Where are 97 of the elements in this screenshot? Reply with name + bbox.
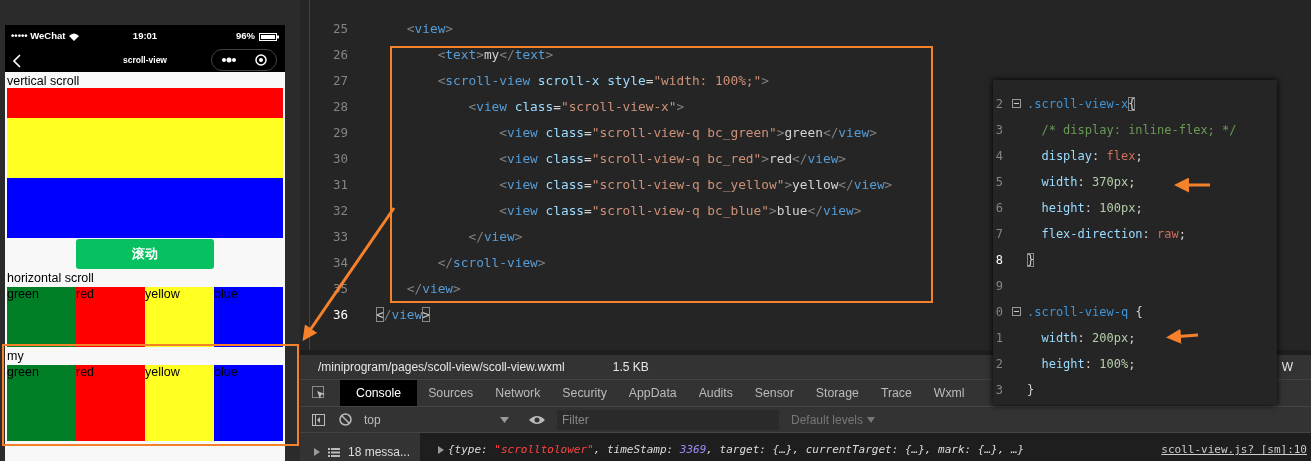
context-dropdown[interactable]: top <box>364 410 509 429</box>
line-number: 8 <box>995 252 1003 269</box>
expand-icon <box>314 448 320 456</box>
line-number: 5 <box>995 174 1003 191</box>
code-line: width: 370px; <box>1040 174 1136 191</box>
code-line: </view> <box>467 228 523 246</box>
line-number: 29 <box>331 124 348 142</box>
tab-label[interactable]: W <box>1281 358 1293 377</box>
color-cell: yellow <box>145 365 214 441</box>
more-icon[interactable] <box>221 57 237 63</box>
code-line: height: 100px; <box>1040 200 1143 217</box>
line-number: 32 <box>331 202 348 220</box>
expand-icon[interactable] <box>438 446 444 454</box>
console-message: {type: "scrolltolower", timeStamp: 3369, target: {…}, currentTarget: {…}, mark: {…}, …} <box>448 442 1025 458</box>
code-line: <text>my</text> <box>436 46 554 64</box>
back-icon <box>13 53 21 68</box>
line-number: 3 <box>995 122 1003 139</box>
line-number: 36 <box>331 306 348 324</box>
inspect-icon <box>312 386 326 401</box>
source-link[interactable]: scoll-view.js? [sm]:10 <box>1161 433 1311 461</box>
code-line: /* display: inline-flex; */ <box>1040 122 1237 139</box>
code-line: <view class="scroll-view-q bc_blue">blue</view> <box>498 202 862 220</box>
collapse-icon[interactable] <box>1012 307 1021 316</box>
devtools-tab[interactable]: Network <box>484 379 552 407</box>
line-number: 6 <box>995 200 1003 217</box>
line-number: 0 <box>995 304 1003 321</box>
battery-icon <box>259 32 279 41</box>
sidebar-toggle-icon <box>312 413 325 426</box>
list-icon <box>328 447 340 457</box>
wifi-icon <box>69 32 80 41</box>
eye-icon <box>529 414 545 425</box>
line-number: 34 <box>331 254 348 272</box>
line-number: 9 <box>995 278 1003 295</box>
code-line: width: 200px; <box>1040 330 1136 347</box>
code-line: } <box>1027 382 1035 399</box>
devtools-tab[interactable]: Sources <box>417 379 485 407</box>
line-number: 31 <box>331 176 348 194</box>
code-line: display: flex; <box>1040 148 1143 165</box>
code-line: .scroll-view-q { <box>1027 304 1143 321</box>
code-line: height: 100%; <box>1040 356 1136 373</box>
code-line: </scroll-view> <box>436 254 546 272</box>
arrow <box>1166 328 1199 344</box>
file-size: 1.5 KB <box>612 359 649 377</box>
filter-field[interactable]: Filter <box>557 409 779 430</box>
line-number: 2 <box>995 356 1003 373</box>
code-line: <scroll-view scroll-x style="width: 100%;"> <box>436 72 769 90</box>
section-label: my <box>6 348 25 363</box>
sidebar-item[interactable]: 18 messa... <box>314 443 420 461</box>
code-line: <view class="scroll-view-x"> <box>467 98 685 116</box>
color-cell: green <box>7 365 76 441</box>
color-cell: yellow <box>145 287 214 347</box>
target-icon[interactable] <box>255 54 267 66</box>
devtools-tab[interactable]: Console <box>340 379 418 407</box>
code-line: } <box>1027 252 1035 269</box>
battery-text: 96% <box>236 29 255 44</box>
section-label: horizontal scroll <box>6 270 95 285</box>
line-number: 25 <box>331 20 348 38</box>
caret-icon <box>500 416 509 423</box>
devtools-tab[interactable]: Audits <box>687 379 744 407</box>
color-cell: blue <box>214 287 283 347</box>
carrier-text: ••••• WeChat <box>11 29 66 44</box>
code-line: <view> <box>405 20 454 38</box>
devtools-tab[interactable]: Trace <box>869 379 923 407</box>
page-title: scroll-view <box>122 53 168 67</box>
code-line: <view class="scroll-view-q bc_yellow">yellow</view> <box>498 176 893 194</box>
caret-icon <box>867 416 876 423</box>
line-number: 2 <box>995 96 1003 113</box>
devtools-tab[interactable]: AppData <box>617 379 688 407</box>
arrow <box>1174 177 1210 193</box>
color-cell: green <box>7 287 76 347</box>
code-line: <view class="scroll-view-q bc_red">red</view> <box>498 150 847 168</box>
line-number: 28 <box>331 98 348 116</box>
line-number: 33 <box>331 228 348 246</box>
color-cell: red <box>76 365 145 441</box>
line-number: 30 <box>331 150 348 168</box>
code-line: </view> <box>405 280 461 298</box>
code-line: .scroll-view-x{ <box>1027 96 1136 113</box>
color-cell: red <box>76 287 145 347</box>
section-label: vertical scroll <box>6 73 81 88</box>
clear-icon <box>339 413 352 427</box>
devtools-tab[interactable]: Sensor <box>743 379 805 407</box>
devtools-tab[interactable]: Security <box>551 379 618 407</box>
color-cell: blue <box>214 365 283 441</box>
line-number: 4 <box>995 148 1003 165</box>
devtools-tab[interactable]: Wxml <box>922 379 976 407</box>
line-number: 7 <box>995 226 1003 243</box>
line-number: 27 <box>331 72 348 90</box>
code-line: </view> <box>375 306 430 324</box>
devtools-tab[interactable]: Storage <box>804 379 870 407</box>
line-number: 3 <box>995 382 1003 399</box>
code-line: flex-direction: raw; <box>1040 226 1186 243</box>
line-number: 1 <box>995 330 1003 347</box>
code-line: <view class="scroll-view-q bc_green">green</view> <box>498 124 877 142</box>
file-path: /miniprogram/pages/scoll-view/scoll-view.wxml <box>318 359 565 377</box>
clock-text: 19:01 <box>131 29 159 44</box>
collapse-icon[interactable] <box>1012 99 1021 108</box>
line-number: 26 <box>331 46 348 64</box>
